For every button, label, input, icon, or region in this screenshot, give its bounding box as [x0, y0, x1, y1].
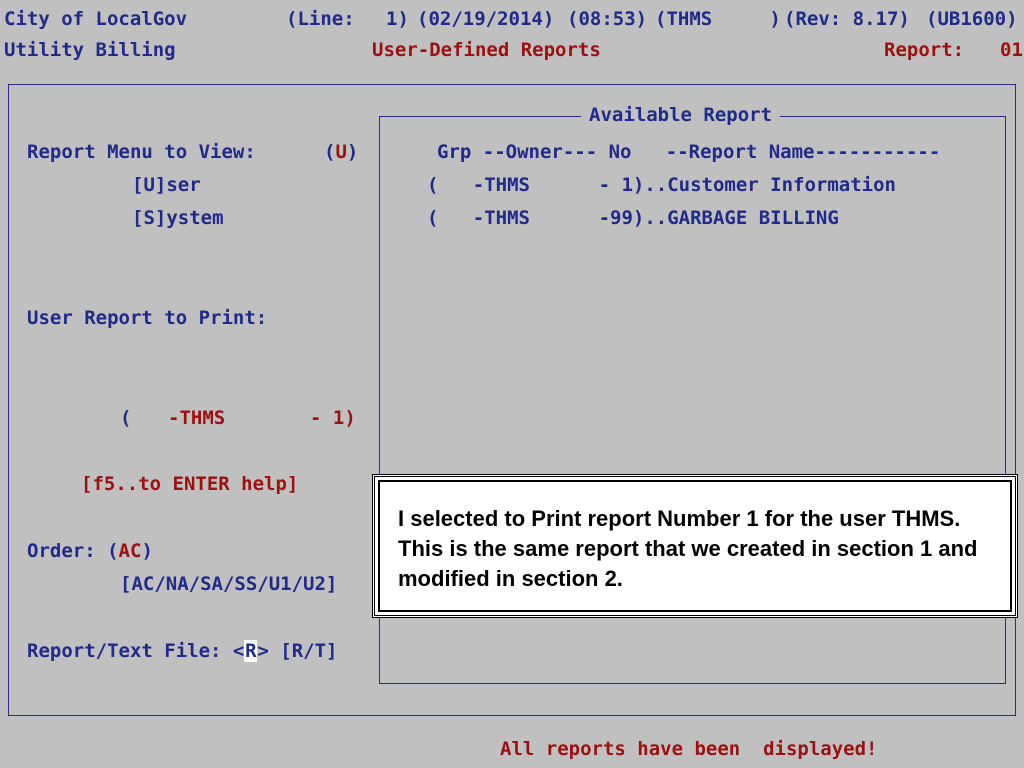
- print-open: (: [120, 407, 132, 429]
- header-user: (THMS ): [655, 8, 781, 30]
- print-owner[interactable]: -THMS: [168, 407, 225, 429]
- callout-text: I selected to Print report Number 1 for …: [398, 506, 978, 591]
- status-message: All reports have been displayed!: [500, 738, 878, 760]
- available-report-title: Available Report: [581, 104, 781, 126]
- report-list-item[interactable]: ( -THMS - 1)..Customer Information: [427, 174, 896, 196]
- file-row[interactable]: Report/Text File: <R> [R/T]: [27, 640, 337, 662]
- menu-field[interactable]: (U): [324, 141, 358, 163]
- screen-title: User-Defined Reports: [372, 39, 601, 61]
- file-open: <: [232, 640, 245, 662]
- order-value[interactable]: AC: [119, 540, 142, 562]
- report-label: Report:: [884, 39, 965, 61]
- module-code: (UB1600): [926, 8, 1018, 30]
- report-list-item[interactable]: ( -THMS -99)..GARBAGE BILLING: [427, 207, 839, 229]
- order-options: [AC/NA/SA/SS/U1/U2]: [120, 573, 338, 595]
- print-label: User Report to Print:: [27, 307, 268, 329]
- menu-value[interactable]: U: [335, 141, 346, 163]
- menu-open: (: [324, 141, 336, 163]
- menu-label: Report Menu to View:: [27, 141, 256, 163]
- report-list-header: Grp --Owner--- No --Report Name---------…: [437, 141, 941, 163]
- file-input[interactable]: R: [244, 640, 258, 662]
- help-hint: [f5..to ENTER help]: [81, 473, 299, 495]
- menu-close: ): [346, 141, 359, 163]
- header-time: (08:53): [567, 8, 648, 30]
- order-open: (: [107, 540, 119, 562]
- order-close: ): [141, 540, 153, 562]
- order-row[interactable]: Order: (AC): [27, 540, 153, 562]
- file-close: >: [257, 640, 269, 662]
- option-system: [S]ystem: [132, 207, 224, 229]
- app-name: Utility Billing: [4, 39, 176, 61]
- line-value: 1): [386, 8, 409, 30]
- order-label: Order:: [27, 540, 96, 562]
- file-options: [R/T]: [280, 640, 338, 662]
- report-number: 01: [1000, 39, 1023, 61]
- header-rev: (Rev: 8.17): [784, 8, 910, 30]
- header-date: (02/19/2014): [417, 8, 555, 30]
- file-label: Report/Text File:: [27, 640, 222, 662]
- city-name: City of LocalGov: [4, 8, 188, 30]
- option-user: [U]ser: [132, 174, 201, 196]
- print-number[interactable]: - 1): [310, 407, 356, 429]
- line-label: (Line:: [286, 8, 355, 30]
